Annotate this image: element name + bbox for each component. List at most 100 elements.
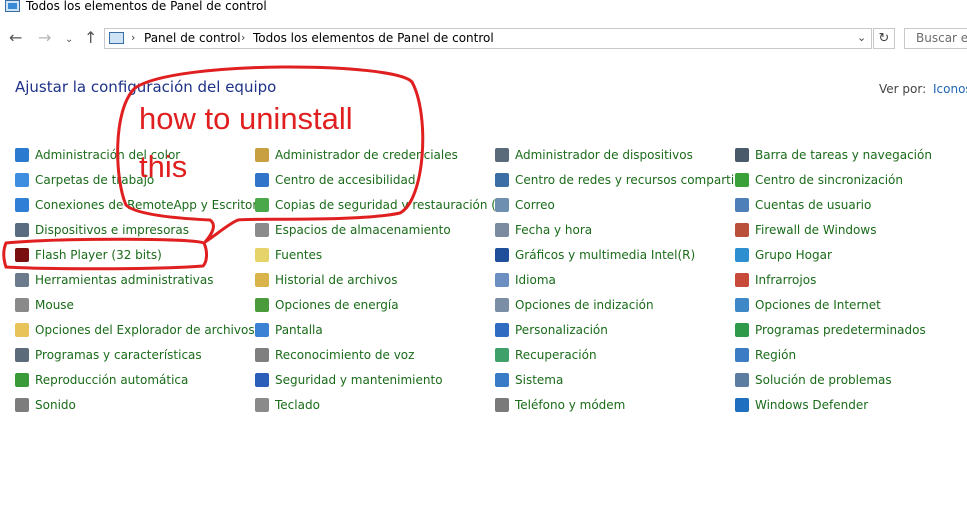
window-title: Todos los elementos de Panel de control [26,0,267,13]
display-icon [255,323,269,337]
control-panel-item-label: Infrarrojos [755,273,817,287]
flag-icon [255,373,269,387]
chevron-down-icon[interactable]: ⌄ [65,31,73,49]
control-panel-item-label: Teléfono y módem [515,398,626,412]
control-panel-item-label: Opciones de energía [275,298,399,312]
control-panel-item-label: Reconocimiento de voz [275,348,415,362]
control-panel-item-label: Gráficos y multimedia Intel(R) [515,248,696,262]
control-panel-item-label: Firewall de Windows [755,223,877,237]
phone-modem-icon [495,398,509,412]
credential-vault-icon [255,148,269,162]
control-panel-item-label: Correo [515,198,555,212]
control-panel-item-label: Copias de seguridad y restauración (… [275,198,508,212]
control-panel-item-label: Recuperación [515,348,597,362]
firewall-icon [735,223,749,237]
refresh-icon: ↻ [878,31,890,46]
control-panel-item-label: Reproducción automática [35,373,189,387]
clock-icon [495,223,509,237]
page-title: Ajustar la configuración del equipo [15,78,277,96]
control-panel-item-label: Centro de redes y recursos comparti… [515,173,747,187]
control-panel-item-label: Espacios de almacenamiento [275,223,451,237]
windows-defender-icon [735,398,749,412]
sync-center-icon [735,173,749,187]
device-manager-icon [495,148,509,162]
control-panel-item-label: Barra de tareas y navegación [755,148,932,162]
region-icon [735,348,749,362]
backup-icon [255,198,269,212]
control-panel-icon [5,0,20,12]
up-icon[interactable]: ↑ [84,29,97,47]
taskbar-icon [735,148,749,162]
control-panel-item-label: Región [755,348,797,362]
system-icon [495,373,509,387]
control-panel-item-label: Opciones de indización [515,298,654,312]
control-panel-item-label: Personalización [515,323,608,337]
homegroup-icon [735,248,749,262]
flash-player-icon [15,248,29,262]
control-panel-item-label: Administrador de credenciales [275,148,458,162]
mouse-icon [15,298,29,312]
indexing-icon [495,298,509,312]
troubleshooting-icon [735,373,749,387]
personalization-icon [495,323,509,337]
control-panel-icon [109,32,124,44]
control-panel-item-label: Solución de problemas [755,373,892,387]
control-panel-item-label: Conexiones de RemoteApp y Escritorio [35,198,268,212]
remoteapp-icon [15,198,29,212]
printer-icon [15,223,29,237]
address-dropdown-icon[interactable]: ⌄ [857,31,866,44]
control-panel-item-label: Centro de accesibilidad [275,173,416,187]
control-panel-item-label: Programas y características [35,348,202,362]
forward-icon[interactable]: → [38,29,51,47]
control-panel-item-label: Idioma [515,273,556,287]
control-panel-item-label: Seguridad y mantenimiento [275,373,443,387]
control-panel-item-label: Fuentes [275,248,323,262]
control-panel-item-label: Flash Player (32 bits) [35,248,162,262]
control-panel-item-label: Grupo Hogar [755,248,832,262]
title-bar: Todos los elementos de Panel de control [0,0,967,18]
view-by-label: Ver por: [879,82,927,96]
folder-options-icon [15,323,29,337]
control-panel-item-label: Opciones de Internet [755,298,881,312]
recovery-icon [495,348,509,362]
internet-options-icon [735,298,749,312]
address-bar[interactable]: › Panel de control › Todos los elementos… [104,28,872,49]
control-panel-item-label: Centro de sincronización [755,173,903,187]
control-panel-item-label: Teclado [275,398,320,412]
search-input[interactable]: Buscar en [904,28,967,49]
control-panel-item-label: Pantalla [275,323,323,337]
microphone-icon [255,348,269,362]
control-panel-item-label: Sonido [35,398,76,412]
autoplay-icon [15,373,29,387]
control-panel-item-label: Windows Defender [755,398,869,412]
annotation-text-line2: this [139,149,188,184]
control-panel-item-label: Sistema [515,373,564,387]
mail-icon [495,198,509,212]
breadcrumb-separator-icon[interactable]: › [241,31,245,44]
control-panel-item-label: Herramientas administrativas [35,273,214,287]
view-by-dropdown[interactable]: Iconos [933,82,967,96]
control-panel-item-label: Cuentas de usuario [755,198,872,212]
fonts-icon [255,248,269,262]
control-panel-item-label: Dispositivos e impresoras [35,223,189,237]
control-panel-item-label: Programas predeterminados [755,323,926,337]
control-panel-item-label: Fecha y hora [515,223,593,237]
control-panel-item-label: Carpetas de trabajo [35,173,155,187]
network-center-icon [495,173,509,187]
back-icon[interactable]: ← [9,29,22,47]
speaker-icon [15,398,29,412]
accessibility-icon [255,173,269,187]
admin-tools-icon [15,273,29,287]
file-history-icon [255,273,269,287]
programs-icon [15,348,29,362]
control-panel-item-label: Mouse [35,298,74,312]
breadcrumb-all-items[interactable]: Todos los elementos de Panel de control [253,31,494,45]
infrared-icon [735,273,749,287]
control-panel-item-label: Opciones del Explorador de archivos [35,323,255,337]
refresh-button[interactable]: ↻ [873,28,895,49]
work-folders-icon [15,173,29,187]
control-panel-item-label: Administrador de dispositivos [515,148,693,162]
breadcrumb-control-panel[interactable]: Panel de control [144,31,241,45]
default-programs-icon [735,323,749,337]
breadcrumb-separator-icon[interactable]: › [131,31,135,44]
